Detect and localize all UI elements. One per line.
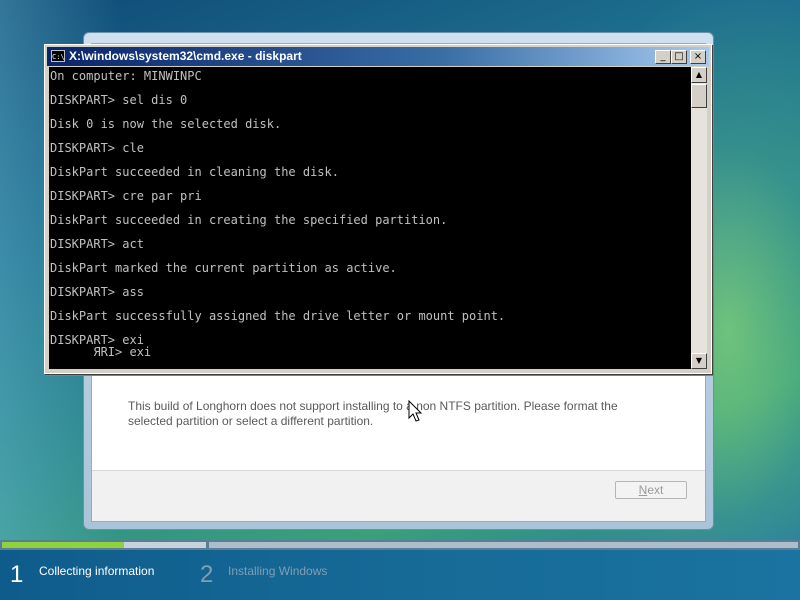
cmd-window-title: X:\windows\system32\cmd.exe - diskpart [69,49,302,63]
console-line: DiskPart succeeded in cleaning the disk. [50,165,339,179]
setup-steps-bar: 1 Collecting information 2 Installing Wi… [0,550,800,600]
step-1-number: 1 [10,561,24,588]
progress-segment-collecting [2,542,206,548]
step-1-label: Collecting information [39,564,155,578]
next-button-label: ext [647,483,664,497]
console-line: DISKPART> ass [50,285,144,299]
console-line: DISKPART> cle [50,141,144,155]
console-scrollbar[interactable]: ▲ ▼ [691,67,707,369]
console-line: On computer: MINWINPC [50,69,202,83]
cmd-window[interactable]: C:\ X:\windows\system32\cmd.exe - diskpa… [44,44,712,374]
console-line: DiskPart successfully assigned the drive… [50,309,506,323]
next-button[interactable]: Next [615,481,687,499]
close-button[interactable]: × [690,50,706,64]
cmd-icon[interactable]: C:\ [51,50,65,62]
setup-progress-bar [0,540,800,550]
console-line: Disk 0 is now the selected disk. [50,117,282,131]
scroll-up-arrow-icon[interactable]: ▲ [691,67,707,83]
console-output[interactable]: On computer: MINWINPC DISKPART> sel dis 0… [49,67,691,369]
progress-segment-installing [209,542,798,548]
console-line: DISKPART> act [50,237,144,251]
console-line: DiskPart marked the current partition as… [50,261,397,275]
console-line: DISKPART> sel dis 0 [50,93,188,107]
maximize-button[interactable]: □ [671,50,687,64]
step-2-label: Installing Windows [228,564,328,578]
cmd-titlebar[interactable]: C:\ X:\windows\system32\cmd.exe - diskpa… [47,47,709,66]
scroll-thumb[interactable] [691,84,707,108]
minimize-button[interactable]: _ [655,50,671,64]
step-2-number: 2 [200,561,214,588]
progress-fill [2,542,125,548]
setup-error-message: This build of Longhorn does not support … [128,399,618,428]
console-line: DISKPART> cre par pri [50,189,202,203]
console-line: ЯRI> exi [50,345,152,359]
mouse-cursor-icon [408,400,423,422]
console-line: DiskPart succeeded in creating the speci… [50,213,448,227]
scroll-down-arrow-icon[interactable]: ▼ [691,353,707,369]
setup-footer: Next [92,470,705,521]
